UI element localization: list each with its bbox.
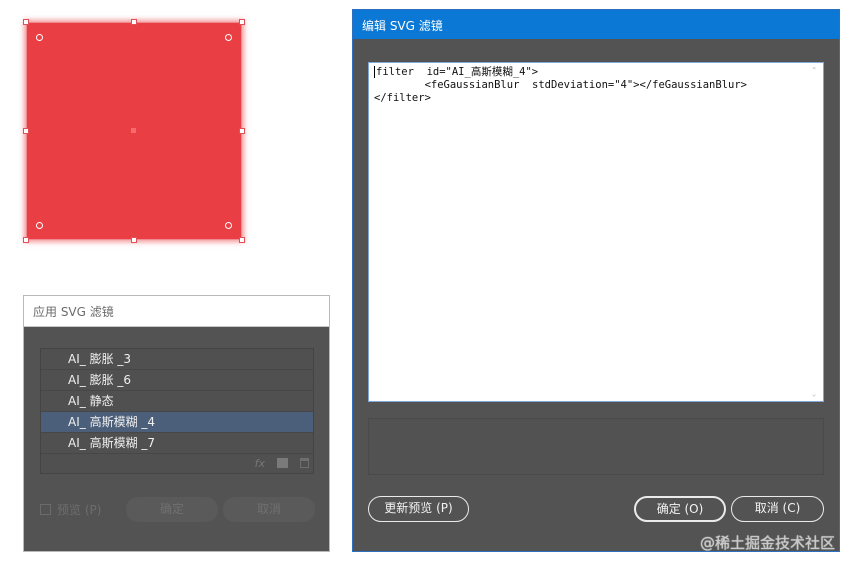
list-item[interactable]: AI_ 膨胀 _6	[41, 370, 313, 391]
center-point	[131, 128, 136, 133]
update-preview-button[interactable]: 更新预览 (P)	[368, 496, 469, 522]
cancel-button[interactable]: 取消	[223, 497, 315, 522]
scroll-up-icon[interactable]: ⌃	[812, 67, 820, 74]
cancel-button[interactable]: 取消 (C)	[731, 496, 824, 522]
corner-radius-widget-top-right[interactable]	[225, 34, 232, 41]
preview-label: 预览 (P)	[57, 503, 102, 517]
text-caret	[374, 66, 375, 78]
message-area	[368, 418, 824, 475]
resize-handle-right[interactable]	[239, 128, 245, 134]
scroll-down-icon[interactable]: ⌄	[812, 391, 820, 398]
resize-handle-bottom[interactable]	[131, 237, 137, 243]
resize-handle-top[interactable]	[131, 19, 137, 25]
list-item[interactable]: AI_ 静态	[41, 391, 313, 412]
resize-handle-bottom-right[interactable]	[239, 237, 245, 243]
resize-handle-top-right[interactable]	[239, 19, 245, 25]
list-toolbar: fx	[255, 456, 309, 470]
ok-button[interactable]: 确定	[126, 497, 218, 522]
preview-checkbox[interactable]	[40, 504, 51, 515]
red-square-artwork[interactable]	[23, 19, 245, 243]
list-item[interactable]: AI_ 膨胀 _3	[41, 349, 313, 370]
preview-checkbox-row[interactable]: 预览 (P)	[40, 501, 101, 518]
filter-list: AI_ 膨胀 _3 AI_ 膨胀 _6 AI_ 静态 AI_ 高斯模糊 _4 A…	[40, 348, 314, 474]
filter-code-editor[interactable]: filter id="AI_高斯模糊_4"> <feGaussianBlur s…	[368, 62, 824, 402]
dialog-title: 编辑 SVG 滤镜	[353, 10, 839, 39]
ok-button[interactable]: 确定 (O)	[634, 496, 726, 522]
code-line-1: filter id="AI_高斯模糊_4">	[376, 66, 539, 78]
watermark: @稀土掘金技术社区	[699, 534, 835, 552]
corner-radius-widget-bottom-left[interactable]	[36, 222, 43, 229]
code-line-3: </filter>	[374, 92, 431, 104]
fx-icon[interactable]: fx	[255, 457, 265, 470]
resize-handle-top-left[interactable]	[23, 19, 29, 25]
list-item-selected[interactable]: AI_ 高斯模糊 _4	[41, 412, 313, 433]
resize-handle-left[interactable]	[23, 128, 29, 134]
list-item[interactable]: AI_ 高斯模糊 _7	[41, 433, 313, 454]
corner-radius-widget-top-left[interactable]	[36, 34, 43, 41]
resize-handle-bottom-left[interactable]	[23, 237, 29, 243]
new-filter-icon[interactable]	[277, 458, 288, 468]
dialog-title: 应用 SVG 滤镜	[24, 296, 329, 327]
edit-svg-filter-dialog: 编辑 SVG 滤镜 filter id="AI_高斯模糊_4"> <feGaus…	[352, 9, 840, 552]
trash-icon[interactable]	[300, 458, 309, 468]
corner-radius-widget-bottom-right[interactable]	[225, 222, 232, 229]
code-line-2: <feGaussianBlur stdDeviation="4"></feGau…	[374, 79, 747, 91]
apply-svg-filter-dialog: 应用 SVG 滤镜 AI_ 膨胀 _3 AI_ 膨胀 _6 AI_ 静态 AI_…	[23, 295, 330, 552]
